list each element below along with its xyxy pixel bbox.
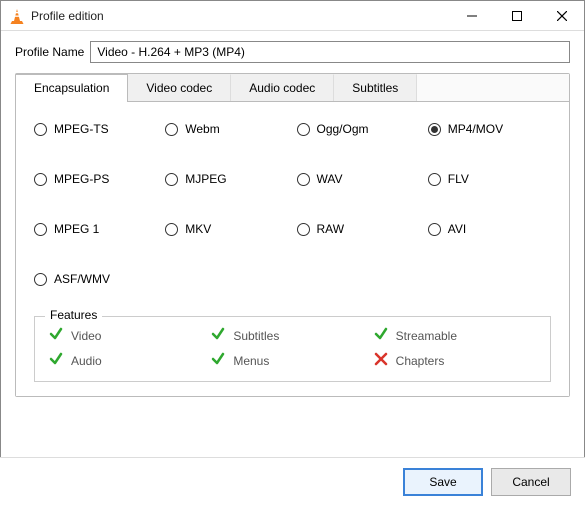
radio-label: MPEG 1 bbox=[54, 222, 99, 236]
radio-icon bbox=[34, 223, 47, 236]
encapsulation-radio[interactable]: MPEG 1 bbox=[34, 222, 157, 236]
profile-name-input[interactable] bbox=[90, 41, 570, 63]
encapsulation-radio[interactable]: RAW bbox=[297, 222, 420, 236]
radio-icon bbox=[34, 173, 47, 186]
vlc-cone-icon bbox=[9, 8, 25, 24]
tab-video-codec[interactable]: Video codec bbox=[128, 74, 231, 101]
radio-icon bbox=[34, 273, 47, 286]
radio-label: Webm bbox=[185, 122, 219, 136]
encapsulation-radio[interactable]: MP4/MOV bbox=[428, 122, 551, 136]
encapsulation-radio[interactable]: MPEG-TS bbox=[34, 122, 157, 136]
feature-item: Audio bbox=[49, 352, 211, 369]
encapsulation-options: MPEG-TS Webm Ogg/Ogm MP4/MOV MPEG-PS MJPEG WAV… bbox=[34, 122, 551, 286]
feature-label: Chapters bbox=[396, 354, 445, 368]
radio-label: MPEG-PS bbox=[54, 172, 109, 186]
minimize-button[interactable] bbox=[449, 1, 494, 30]
encapsulation-radio[interactable]: Webm bbox=[165, 122, 288, 136]
features-grid: Video Subtitles Streamable Audio Menus Chapte… bbox=[49, 327, 536, 369]
radio-icon bbox=[428, 123, 441, 136]
profile-name-row: Profile Name bbox=[15, 41, 570, 63]
feature-item: Subtitles bbox=[211, 327, 373, 344]
radio-label: WAV bbox=[317, 172, 343, 186]
radio-icon bbox=[297, 123, 310, 136]
maximize-button[interactable] bbox=[494, 1, 539, 30]
feature-item: Video bbox=[49, 327, 211, 344]
tab-subtitles[interactable]: Subtitles bbox=[334, 74, 417, 101]
features-box: Features VideoSubtitlesStreamableAudioMe… bbox=[34, 316, 551, 382]
radio-icon bbox=[165, 173, 178, 186]
feature-item: Streamable bbox=[374, 327, 536, 344]
radio-label: Ogg/Ogm bbox=[317, 122, 369, 136]
encapsulation-radio[interactable]: MJPEG bbox=[165, 172, 288, 186]
encapsulation-radio[interactable]: AVI bbox=[428, 222, 551, 236]
check-icon bbox=[211, 352, 225, 369]
tab-body-encapsulation: MPEG-TS Webm Ogg/Ogm MP4/MOV MPEG-PS MJPEG WAV… bbox=[16, 102, 569, 396]
encapsulation-radio[interactable]: FLV bbox=[428, 172, 551, 186]
radio-label: ASF/WMV bbox=[54, 272, 110, 286]
tab-encapsulation[interactable]: Encapsulation bbox=[16, 74, 128, 102]
radio-icon bbox=[34, 123, 47, 136]
feature-label: Subtitles bbox=[233, 329, 279, 343]
encapsulation-radio[interactable]: WAV bbox=[297, 172, 420, 186]
features-title: Features bbox=[45, 308, 102, 322]
radio-icon bbox=[165, 123, 178, 136]
tab-audio-codec[interactable]: Audio codec bbox=[231, 74, 334, 101]
check-icon bbox=[211, 327, 225, 344]
radio-label: MKV bbox=[185, 222, 211, 236]
encapsulation-radio[interactable]: Ogg/Ogm bbox=[297, 122, 420, 136]
tab-strip: Encapsulation Video codec Audio codec Su… bbox=[16, 74, 569, 102]
check-icon bbox=[49, 327, 63, 344]
radio-label: AVI bbox=[448, 222, 466, 236]
radio-icon bbox=[297, 223, 310, 236]
feature-label: Audio bbox=[71, 354, 102, 368]
radio-label: MP4/MOV bbox=[448, 122, 503, 136]
check-icon bbox=[374, 327, 388, 344]
tab-container: Encapsulation Video codec Audio codec Su… bbox=[15, 73, 570, 397]
close-button[interactable] bbox=[539, 1, 584, 30]
profile-name-label: Profile Name bbox=[15, 45, 84, 59]
encapsulation-radio[interactable]: ASF/WMV bbox=[34, 272, 157, 286]
radio-label: MPEG-TS bbox=[54, 122, 109, 136]
radio-label: RAW bbox=[317, 222, 345, 236]
encapsulation-radio[interactable]: MPEG-PS bbox=[34, 172, 157, 186]
footer: Save Cancel bbox=[0, 457, 585, 506]
feature-item: Menus bbox=[211, 352, 373, 369]
radio-label: MJPEG bbox=[185, 172, 226, 186]
feature-label: Menus bbox=[233, 354, 269, 368]
titlebar: Profile edition bbox=[1, 1, 584, 31]
cross-icon bbox=[374, 352, 388, 369]
radio-icon bbox=[428, 173, 441, 186]
check-icon bbox=[49, 352, 63, 369]
radio-icon bbox=[297, 173, 310, 186]
feature-label: Streamable bbox=[396, 329, 457, 343]
feature-label: Video bbox=[71, 329, 101, 343]
window-title: Profile edition bbox=[31, 9, 449, 23]
radio-icon bbox=[428, 223, 441, 236]
radio-icon bbox=[165, 223, 178, 236]
feature-item: Chapters bbox=[374, 352, 536, 369]
radio-label: FLV bbox=[448, 172, 469, 186]
window-controls bbox=[449, 1, 584, 30]
save-button[interactable]: Save bbox=[403, 468, 483, 496]
encapsulation-radio[interactable]: MKV bbox=[165, 222, 288, 236]
cancel-button[interactable]: Cancel bbox=[491, 468, 571, 496]
